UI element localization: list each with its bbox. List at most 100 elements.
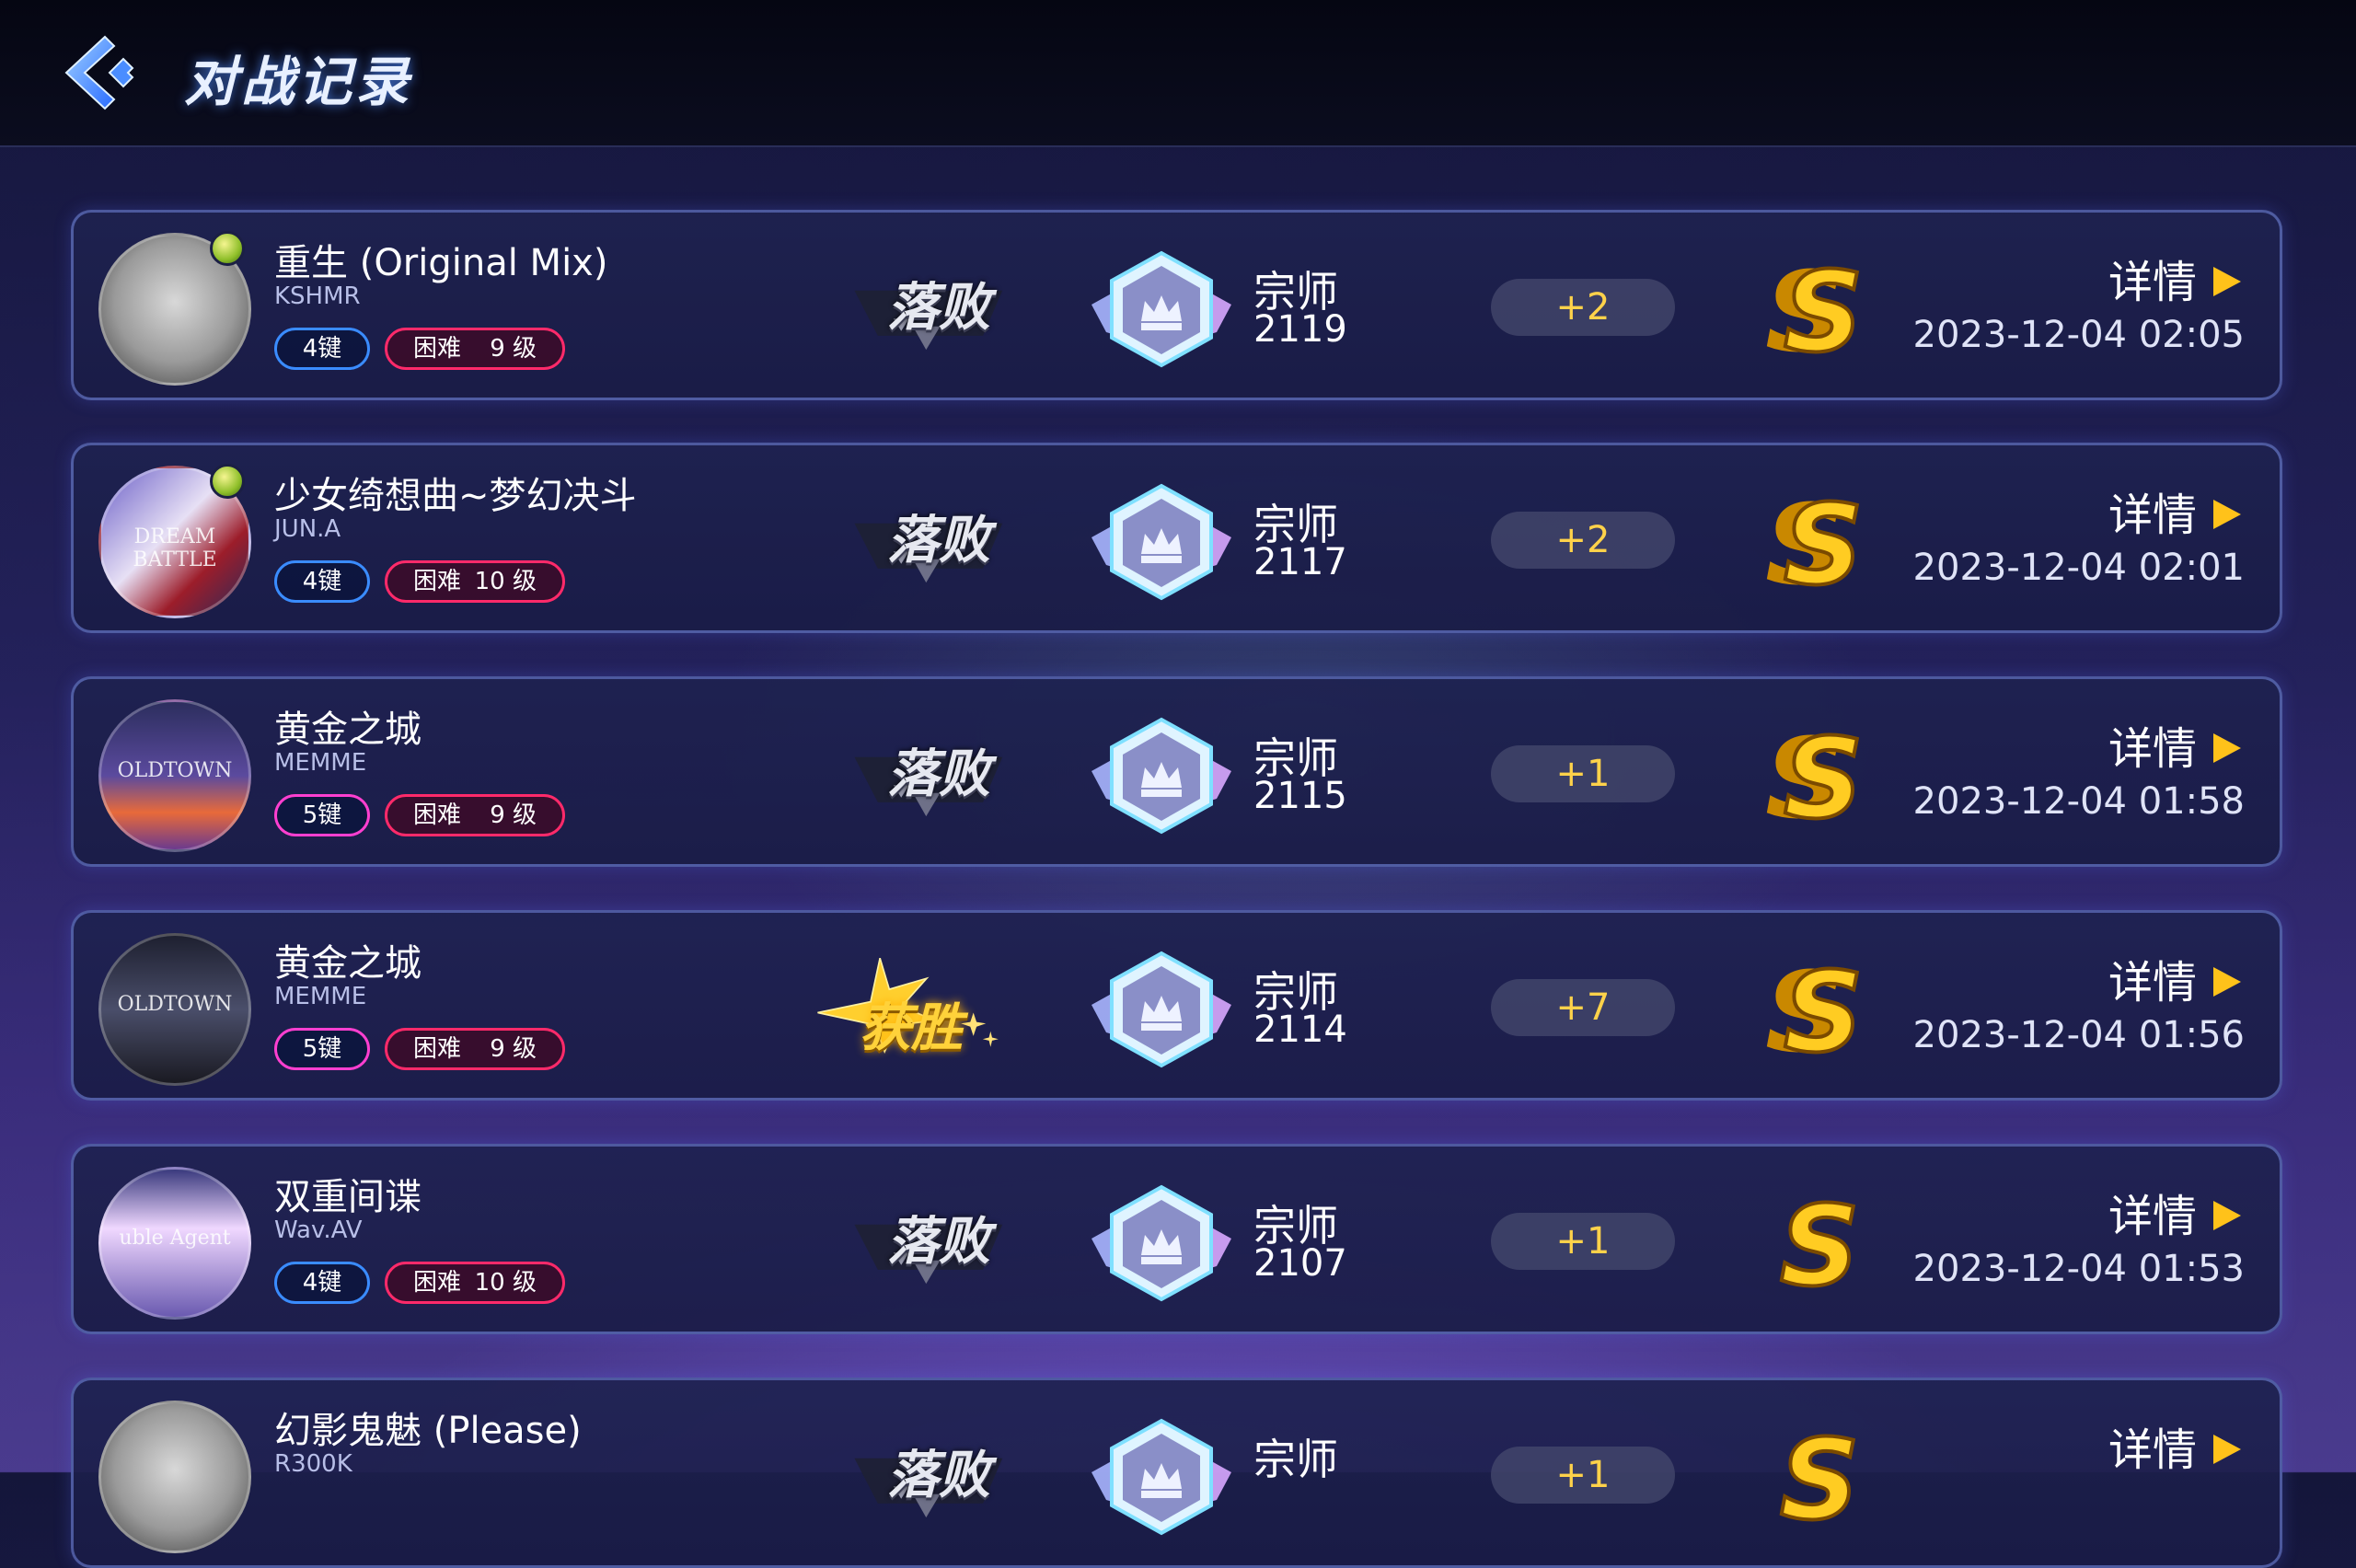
rank-score: 2117	[1253, 541, 1347, 583]
play-arrow-icon	[2213, 1201, 2241, 1230]
grandmaster-rank-badge-icon	[1091, 250, 1231, 368]
grade-s-icon: S	[1778, 1185, 1861, 1296]
battle-record-list: 重生 (Original Mix) KSHMR 4键 困难 9 级 落败 宗师 2119 +…	[0, 0, 2356, 1568]
battle-record-row[interactable]: OLDTOWN 黄金之城 MEMME 5键 困难 9 级 落败 宗师 2115 +1 S S 详情 2…	[71, 676, 2282, 867]
score-change-pill: +1	[1491, 745, 1675, 802]
match-timestamp: 2023-12-04 01:53	[1912, 1248, 2245, 1290]
details-label: 详情	[2108, 1424, 2197, 1476]
match-result: 获胜	[810, 950, 1012, 1060]
match-result: 落败	[847, 1183, 1049, 1294]
grade-s-icon: SS	[1765, 951, 1865, 1062]
score-change-pill: +2	[1491, 279, 1675, 336]
song-title: 幻影鬼魅 (Please)	[274, 1410, 582, 1452]
play-arrow-icon	[2213, 967, 2241, 997]
key-mode-tag: 4键	[274, 328, 370, 370]
match-result: 落败	[847, 482, 1049, 593]
difficulty-name: 困难	[413, 1269, 462, 1297]
details-button[interactable]: 详情	[2108, 1413, 2241, 1478]
battle-record-row[interactable]: 重生 (Original Mix) KSHMR 4键 困难 9 级 落败 宗师 2119 +…	[71, 210, 2282, 400]
match-timestamp: 2023-12-04 02:05	[1912, 314, 2245, 356]
key-mode-tag: 5键	[274, 1028, 370, 1070]
score-change-pill: +2	[1491, 512, 1675, 569]
match-result-label: 落败	[887, 744, 990, 804]
grandmaster-rank-badge-icon	[1091, 483, 1231, 601]
battle-record-row[interactable]: 幻影鬼魅 (Please) R300K 落败 宗师 +1 S 详情	[71, 1378, 2282, 1568]
grade-s-icon: S	[1778, 1419, 1861, 1529]
details-label: 详情	[2108, 957, 2197, 1009]
match-timestamp: 2023-12-04 01:56	[1912, 1014, 2245, 1056]
difficulty-level: 9 级	[490, 335, 537, 363]
play-arrow-icon	[2213, 1435, 2241, 1464]
play-arrow-icon	[2213, 267, 2241, 296]
difficulty-tag: 困难 9 级	[385, 794, 565, 836]
song-title: 少女绮想曲~梦幻决斗	[274, 475, 637, 517]
details-button[interactable]: 详情	[2108, 946, 2241, 1010]
song-title: 双重间谍	[274, 1176, 422, 1218]
song-cover-image: OLDTOWN	[98, 699, 251, 852]
song-artist: JUN.A	[274, 515, 341, 543]
battle-record-row[interactable]: DREAM BATTLE 少女绮想曲~梦幻决斗 JUN.A 4键 困难 10 级 落败 宗…	[71, 443, 2282, 633]
rank-score: 2114	[1253, 1009, 1347, 1051]
svg-text:S: S	[1780, 1419, 1859, 1529]
details-label: 详情	[2108, 1191, 2197, 1242]
song-title: 黄金之城	[274, 709, 422, 751]
song-cover-image: uble Agent	[98, 1167, 251, 1320]
difficulty-name: 困难	[413, 335, 462, 363]
svg-text:S: S	[1784, 951, 1863, 1062]
battle-record-row[interactable]: OLDTOWN 黄金之城 MEMME 5键 困难 9 级 获胜 宗师 2114 +7 S S 详情 2…	[71, 910, 2282, 1101]
difficulty-level: 9 级	[490, 801, 537, 829]
grandmaster-rank-badge-icon	[1091, 1184, 1231, 1302]
details-button[interactable]: 详情	[2108, 246, 2241, 310]
svg-text:S: S	[1784, 718, 1863, 828]
details-button[interactable]: 详情	[2108, 712, 2241, 777]
grade-s-icon: SS	[1765, 718, 1865, 828]
battle-record-row[interactable]: uble Agent 双重间谍 Wav.AV 4键 困难 10 级 落败 宗师 2107 +1…	[71, 1144, 2282, 1334]
grade-s-icon: SS	[1765, 484, 1865, 594]
match-result: 落败	[847, 1417, 1049, 1528]
match-result-label: 获胜	[860, 998, 963, 1058]
difficulty-tag: 困难 9 级	[385, 328, 565, 370]
svg-text:S: S	[1784, 251, 1863, 362]
match-result-label: 落败	[887, 1212, 990, 1272]
rank-score: 2115	[1253, 775, 1347, 817]
song-title: 重生 (Original Mix)	[274, 242, 608, 284]
song-artist: R300K	[274, 1450, 352, 1478]
grandmaster-rank-badge-icon	[1091, 951, 1231, 1068]
details-button[interactable]: 详情	[2108, 478, 2241, 543]
difficulty-name: 困难	[413, 801, 462, 829]
difficulty-level: 10 级	[474, 568, 537, 595]
song-title: 黄金之城	[274, 942, 422, 985]
score-change-pill: +7	[1491, 979, 1675, 1036]
score-change-pill: +1	[1491, 1213, 1675, 1270]
details-button[interactable]: 详情	[2108, 1180, 2241, 1244]
song-artist: MEMME	[274, 983, 367, 1010]
score-change-pill: +1	[1491, 1447, 1675, 1504]
key-mode-tag: 5键	[274, 794, 370, 836]
match-timestamp: 2023-12-04 02:01	[1912, 547, 2245, 589]
song-cover-image: OLDTOWN	[98, 933, 251, 1086]
difficulty-name: 困难	[413, 1035, 462, 1063]
difficulty-tag: 困难 10 级	[385, 560, 565, 603]
match-timestamp: 2023-12-04 01:58	[1912, 780, 2245, 823]
difficulty-level: 10 级	[474, 1269, 537, 1297]
play-arrow-icon	[2213, 500, 2241, 529]
cover-art-label: OLDTOWN	[117, 993, 233, 1016]
rank-score: 2107	[1253, 1242, 1347, 1285]
cover-art-label: DREAM BATTLE	[133, 525, 217, 571]
grandmaster-rank-badge-icon	[1091, 1418, 1231, 1536]
details-label: 详情	[2108, 490, 2197, 541]
details-label: 详情	[2108, 723, 2197, 775]
cover-art-label: uble Agent	[119, 1227, 231, 1250]
full-combo-medal-icon	[210, 231, 245, 266]
grandmaster-rank-badge-icon	[1091, 717, 1231, 835]
match-result: 落败	[847, 249, 1049, 360]
match-result-label: 落败	[887, 511, 990, 571]
play-arrow-icon	[2213, 733, 2241, 763]
cover-art-label: OLDTOWN	[117, 759, 233, 782]
rank-score: 2119	[1253, 308, 1347, 351]
difficulty-name: 困难	[413, 568, 462, 595]
difficulty-level: 9 级	[490, 1035, 537, 1063]
details-label: 详情	[2108, 257, 2197, 308]
svg-text:S: S	[1780, 1185, 1859, 1296]
match-result: 落败	[847, 716, 1049, 826]
